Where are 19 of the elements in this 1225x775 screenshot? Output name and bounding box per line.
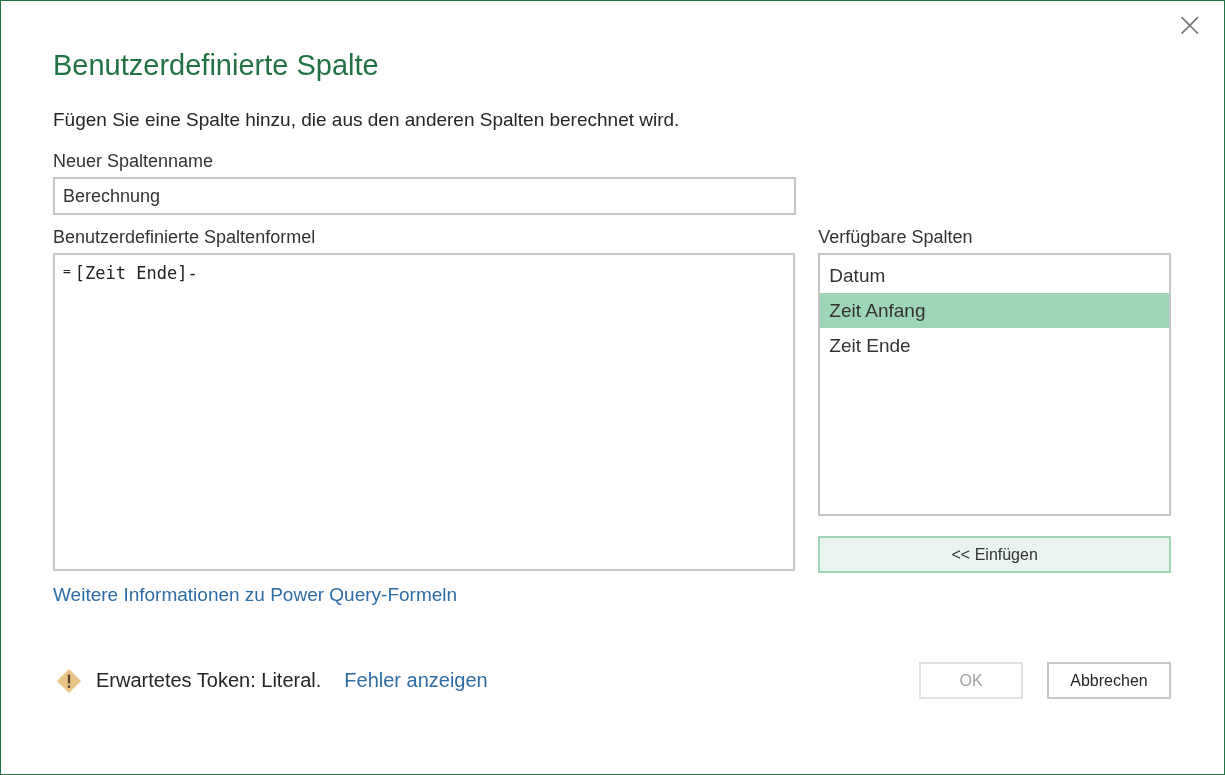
column-name-field[interactable]: Berechnung: [53, 177, 796, 215]
formula-text: [Zeit Ende]-: [74, 263, 198, 283]
close-button[interactable]: ×: [1171, 7, 1208, 41]
field-label: Benutzerdefinierte Spaltenformel: [53, 227, 317, 248]
formula-editor[interactable]: = [Zeit Ende]-: [53, 253, 796, 571]
dialog-button[interactable]: Abbrechen: [1047, 662, 1171, 699]
description-text: Fügen Sie eine Spalte hinzu, die aus den anderen Spalten berechnet wird.: [53, 109, 681, 131]
equals-sign: =: [63, 263, 71, 278]
column-list-item[interactable]: Datum: [820, 258, 1169, 293]
help-link[interactable]: Weitere Informationen zu Power Query-Formeln: [53, 584, 458, 606]
show-error-link[interactable]: Fehler anzeigen: [344, 669, 488, 692]
dialog-title: Benutzerdefinierte Spalte: [53, 49, 380, 83]
field-label: Neuer Spaltenname: [53, 151, 215, 172]
column-list-item[interactable]: Zeit Ende: [820, 328, 1169, 363]
warning-icon: [56, 667, 82, 694]
column-list-item[interactable]: Zeit Anfang: [820, 293, 1169, 328]
error-message: Erwartetes Token: Literal.: [96, 669, 322, 692]
list-label: Verfügbare Spalten: [818, 227, 974, 248]
insert-button[interactable]: << Einfügen: [818, 536, 1171, 573]
